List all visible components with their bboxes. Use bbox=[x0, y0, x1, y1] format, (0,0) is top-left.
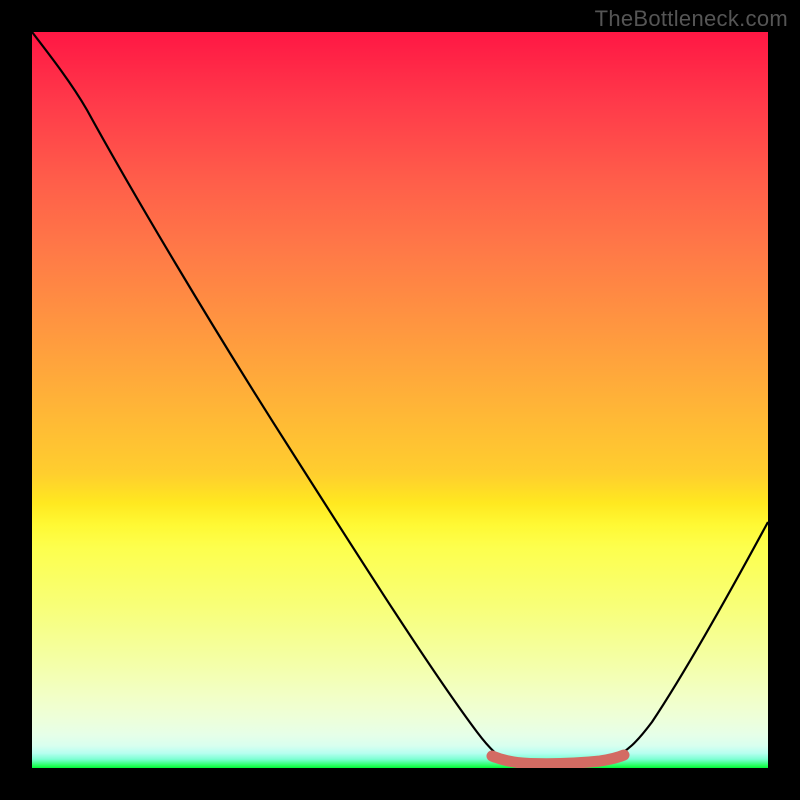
chart-container: TheBottleneck.com bbox=[0, 0, 800, 800]
plot-area bbox=[32, 32, 768, 768]
watermark-text: TheBottleneck.com bbox=[595, 6, 788, 32]
chart-svg bbox=[32, 32, 768, 768]
bottleneck-curve bbox=[32, 32, 768, 764]
optimal-range-highlight bbox=[492, 755, 624, 764]
